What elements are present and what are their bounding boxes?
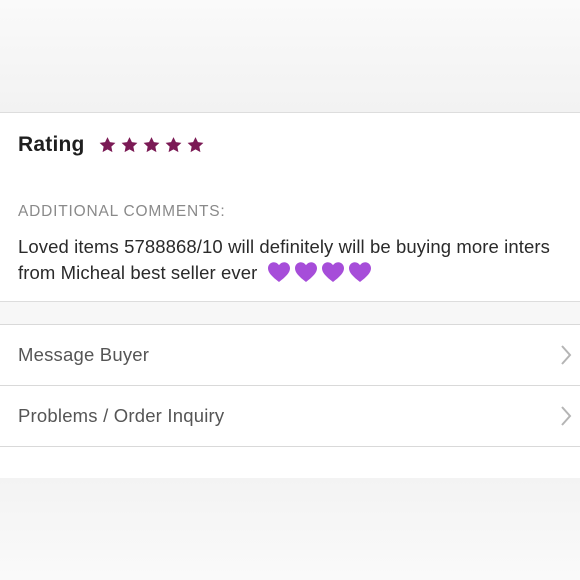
lower-spacer	[0, 447, 580, 478]
star-icon	[99, 137, 115, 153]
top-background-band	[0, 0, 580, 112]
star-icon	[187, 137, 203, 153]
review-card: Rating ADDITIONAL COMMENTS: Loved items …	[0, 112, 580, 302]
chevron-right-icon	[561, 345, 572, 365]
message-buyer-label: Message Buyer	[18, 344, 150, 365]
star-rating	[97, 135, 206, 155]
actions-list: Message Buyer Problems / Order Inquiry	[0, 324, 580, 447]
order-inquiry-button[interactable]: Problems / Order Inquiry	[0, 386, 580, 447]
star-icon	[143, 137, 159, 153]
rating-label: Rating	[18, 133, 85, 156]
bottom-background-band	[0, 478, 580, 580]
comments-heading: ADDITIONAL COMMENTS:	[18, 203, 226, 220]
purple-heart-icon	[267, 262, 290, 282]
purple-heart-icon	[294, 262, 317, 282]
star-icon	[121, 137, 137, 153]
order-inquiry-label: Problems / Order Inquiry	[18, 405, 225, 426]
chevron-right-icon	[561, 406, 572, 426]
purple-heart-icon	[321, 262, 344, 282]
section-gap	[0, 302, 580, 324]
message-buyer-button[interactable]: Message Buyer	[0, 325, 580, 386]
purple-heart-icon	[348, 262, 371, 282]
comment-body: Loved items 5788868/10 will definitely w…	[18, 234, 568, 286]
star-icon	[165, 137, 181, 153]
purple-hearts-emoji	[267, 261, 372, 283]
rating-row: Rating	[18, 133, 206, 157]
